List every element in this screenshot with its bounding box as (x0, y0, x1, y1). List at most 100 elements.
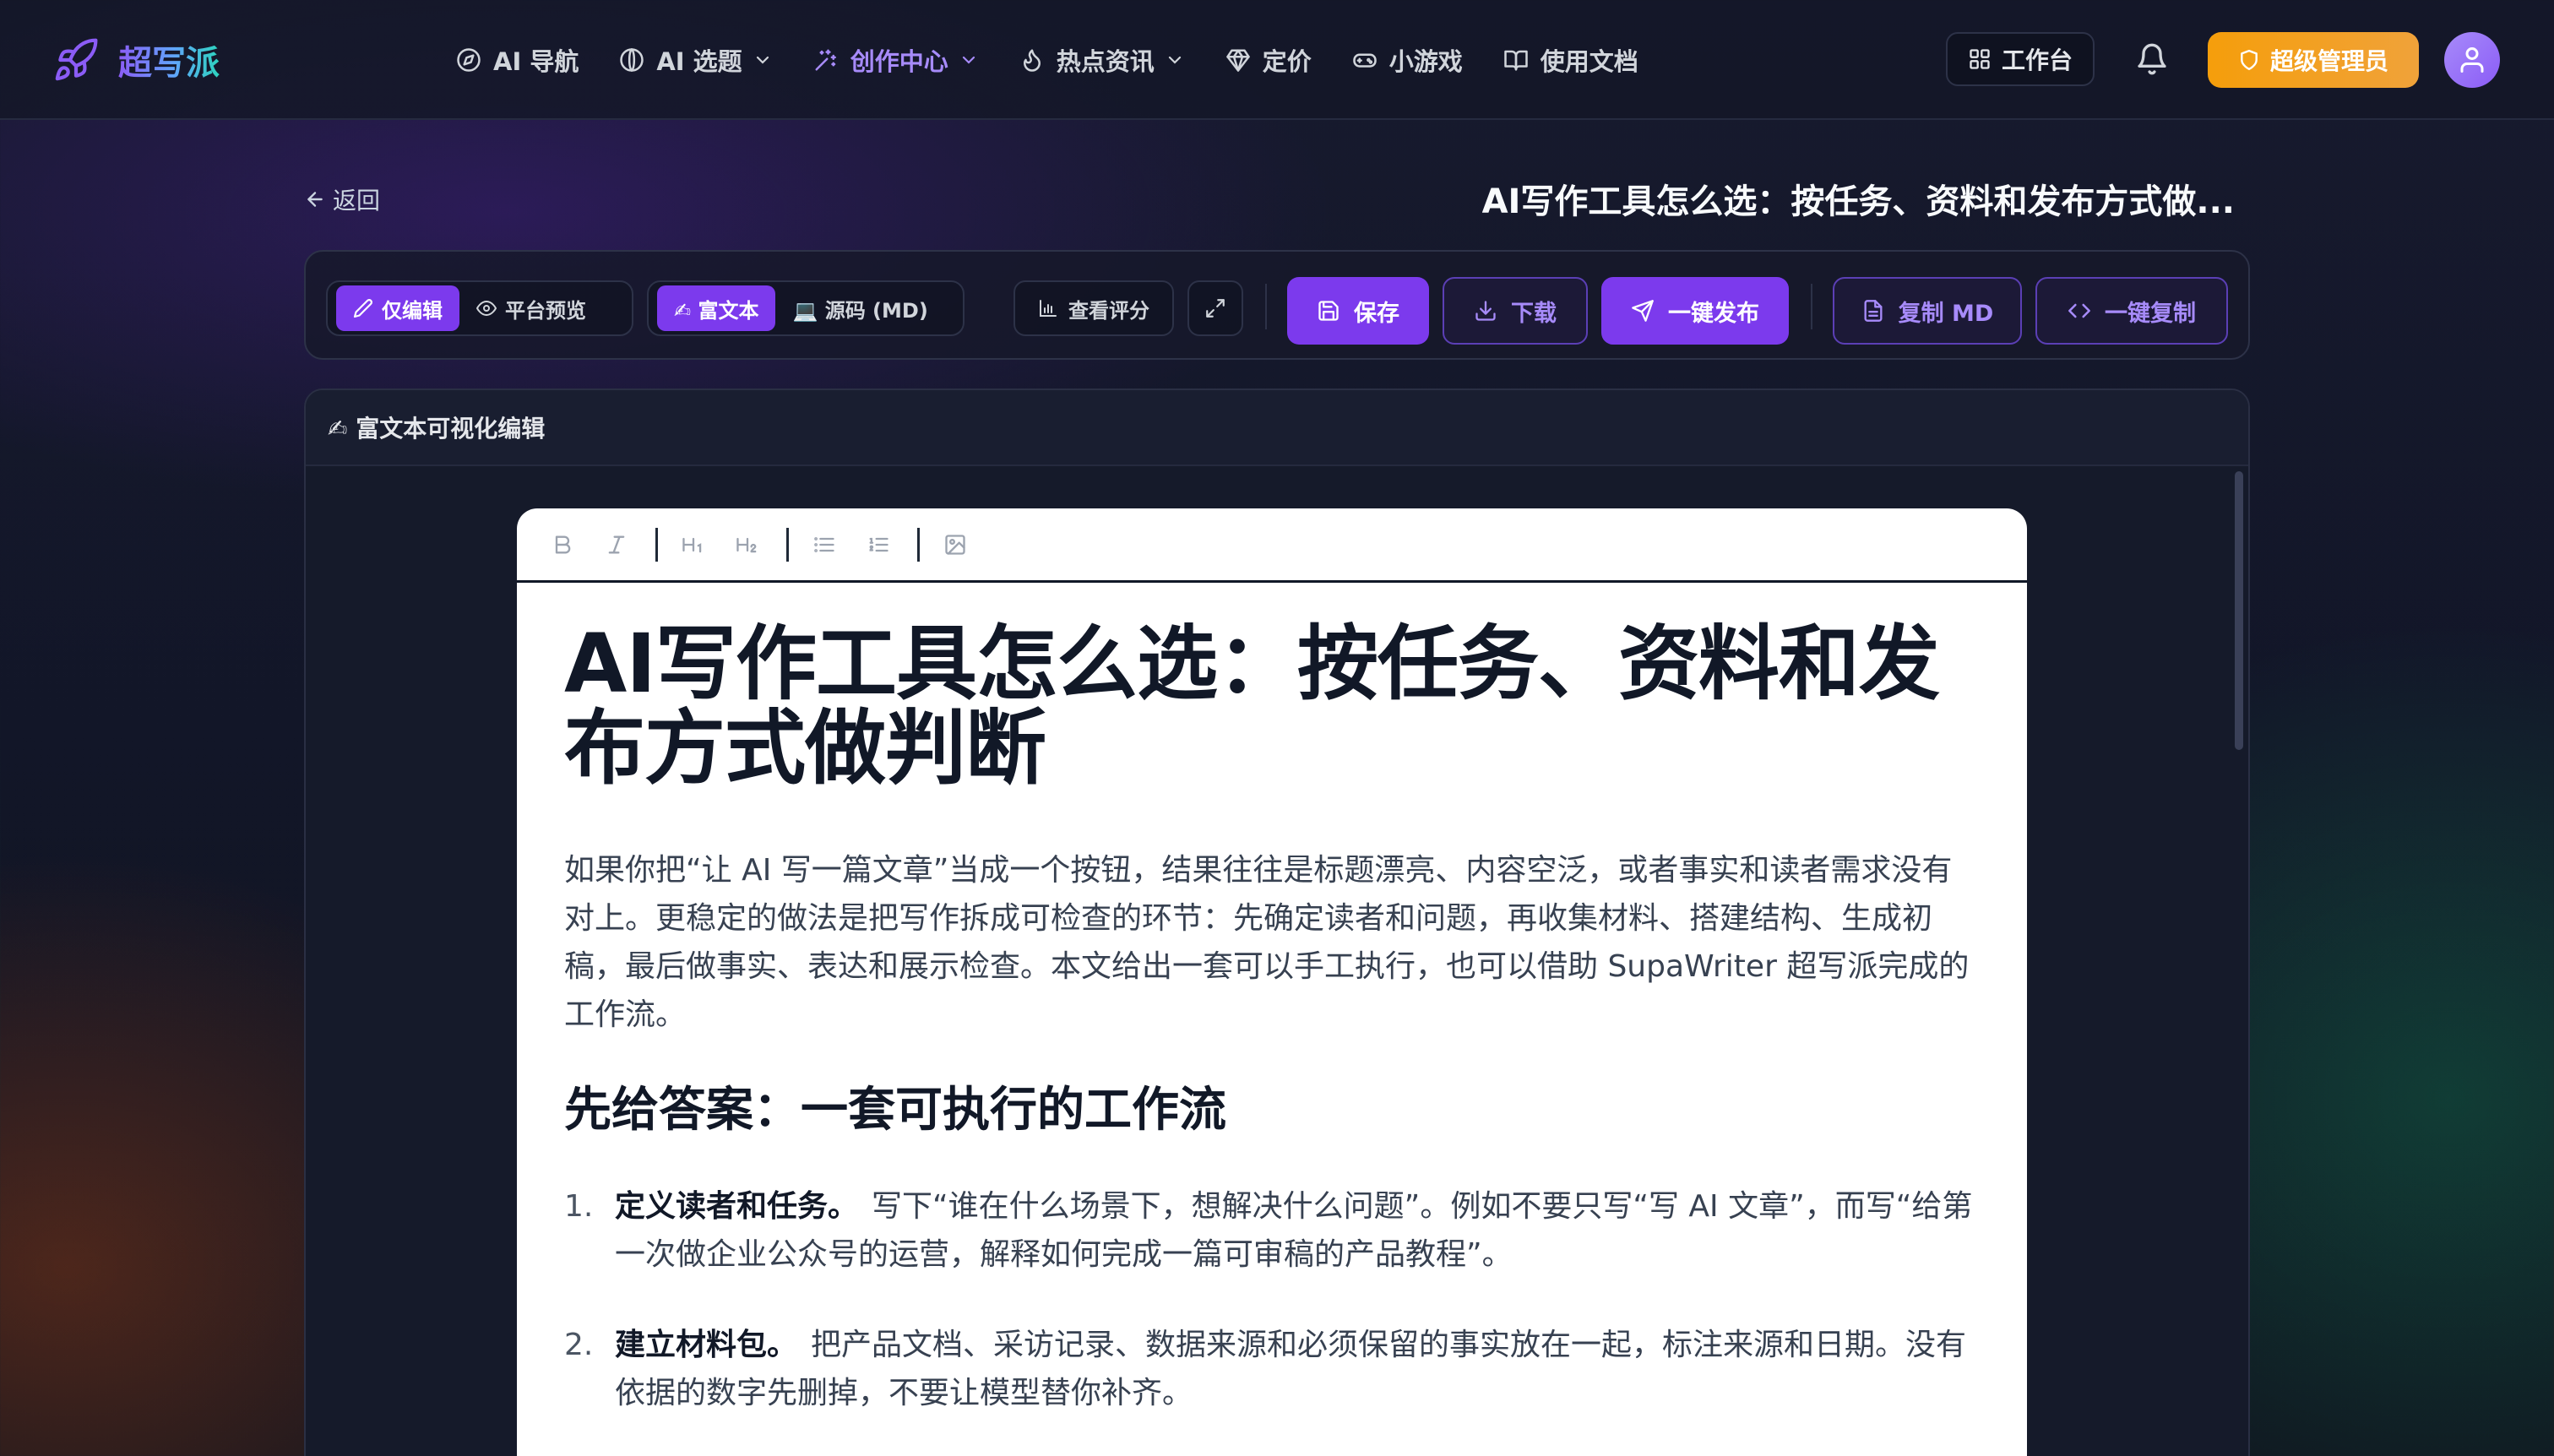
editor-panel: ✍ 富文本可视化编辑 AI写作工具怎么选：按任务、资料和发布方式做判断 如果你把… (304, 388, 2250, 1456)
document-heading-2: 先给答案：一套可执行的工作流 (564, 1083, 1226, 1138)
nav-label: 使用文档 (1540, 47, 1638, 76)
nav-item-ai-topics[interactable]: AI 选题 (619, 37, 772, 83)
nav-item-creation-center[interactable]: 创作中心 (813, 37, 979, 83)
save-label: 保存 (1354, 300, 1399, 327)
italic-icon[interactable] (595, 523, 638, 567)
publish-button[interactable]: 一键发布 (1601, 277, 1789, 345)
edit-only-button[interactable]: 仅编辑 (336, 285, 459, 331)
rich-text-button[interactable]: ✍ 富文本 (657, 285, 776, 331)
nav-label: 小游戏 (1388, 47, 1463, 76)
list-item-text: 建立材料包。 把产品文档、采访记录、数据来源和必须保留的事实放在一起，标注来源和日… (615, 1321, 1980, 1417)
platform-preview-button[interactable]: 平台预览 (459, 285, 603, 331)
shield-icon (2238, 49, 2260, 71)
copy-md-button[interactable]: 复制 MD (1833, 277, 2022, 345)
ordered-list-icon[interactable] (856, 523, 900, 567)
gem-icon (1225, 47, 1251, 73)
bell-icon[interactable] (2135, 42, 2169, 76)
nav-item-mini-games[interactable]: 小游戏 (1352, 37, 1463, 83)
compass-icon (456, 47, 481, 73)
lightbulb-icon (619, 47, 644, 73)
copy-md-label: 复制 MD (1898, 300, 1994, 327)
arrow-left-icon (304, 188, 326, 210)
nav-label: AI 选题 (656, 47, 742, 76)
chevron-down-icon (1165, 50, 1185, 70)
publish-label: 一键发布 (1668, 300, 1759, 327)
download-icon (1474, 299, 1497, 323)
chevron-down-icon (959, 50, 979, 70)
workbench-label: 工作台 (2001, 46, 2073, 74)
download-button[interactable]: 下载 (1443, 277, 1588, 345)
expand-icon (1204, 297, 1226, 319)
format-toggle: ✍ 富文本 💻 源码 (MD) (647, 280, 965, 336)
list-item-bold: 建立材料包。 (615, 1328, 798, 1362)
code-icon (2068, 299, 2091, 323)
top-navigation-bar: 超写派 AI 导航 AI 选题 创作中心 热点资讯 定价 小游戏 使用文档 工作… (0, 0, 2554, 120)
view-score-button[interactable]: 查看评分 (1013, 280, 1174, 336)
nav-item-pricing[interactable]: 定价 (1225, 37, 1312, 83)
view-mode-toggle: 仅编辑 平台预览 (326, 280, 633, 336)
document-heading-1: AI写作工具怎么选：按任务、资料和发布方式做判断 (564, 617, 1940, 796)
sparkles-icon (813, 47, 839, 73)
list-number: 2. (564, 1328, 594, 1362)
divider (655, 527, 658, 562)
super-admin-button[interactable]: 超级管理员 (2208, 32, 2419, 88)
send-icon (1631, 299, 1655, 323)
image-icon[interactable] (933, 523, 977, 567)
grid-icon (1968, 47, 1992, 71)
eye-icon (476, 298, 497, 318)
save-button[interactable]: 保存 (1287, 277, 1429, 345)
divider (917, 527, 920, 562)
bullet-list-icon[interactable] (802, 523, 846, 567)
edit-only-label: 仅编辑 (382, 298, 443, 323)
divider (786, 527, 789, 562)
heading-1-icon[interactable] (671, 523, 715, 567)
formatting-toolbar (517, 508, 2027, 583)
list-item: 1. 定义读者和任务。 写下“谁在什么场景下，想解决什么问题”。例如不要只写“写 … (564, 1182, 1980, 1279)
workbench-button[interactable]: 工作台 (1946, 32, 2095, 86)
nav-label: AI 导航 (493, 47, 579, 76)
flame-icon (1019, 47, 1045, 73)
editor-action-toolbar: 仅编辑 平台预览 ✍ 富文本 💻 源码 (MD) 查看评分 保存 下载 一键发布… (304, 250, 2250, 360)
divider (1265, 284, 1267, 329)
super-admin-label: 超级管理员 (2269, 47, 2388, 75)
view-score-label: 查看评分 (1068, 298, 1149, 323)
ordered-list: 1. 定义读者和任务。 写下“谁在什么场景下，想解决什么问题”。例如不要只写“写 … (564, 1182, 1980, 1417)
list-item-body: 把产品文档、采访记录、数据来源和必须保留的事实放在一起，标注来源和日期。没有依据… (615, 1328, 1967, 1410)
nav-label: 创作中心 (850, 47, 948, 76)
copy-all-label: 一键复制 (2105, 300, 2196, 327)
back-label: 返回 (333, 187, 381, 215)
user-icon (2457, 45, 2487, 75)
rocket-icon (52, 36, 100, 84)
nav-label: 热点资讯 (1056, 47, 1155, 76)
book-icon (1503, 47, 1529, 73)
download-label: 下载 (1511, 300, 1557, 327)
list-item: 2. 建立材料包。 把产品文档、采访记录、数据来源和必须保留的事实放在一起，标注来… (564, 1321, 1980, 1417)
list-item-bold: 定义读者和任务。 (615, 1189, 859, 1224)
pencil-icon (353, 298, 373, 318)
nav-item-trending-news[interactable]: 热点资讯 (1019, 37, 1185, 83)
source-md-button[interactable]: 💻 源码 (MD) (775, 285, 944, 331)
divider (1811, 284, 1812, 329)
copy-all-button[interactable]: 一键复制 (2035, 277, 2228, 345)
document-paragraph: 如果你把“让 AI 写一篇文章”当成一个按钮，结果往往是标题漂亮、内容空泛，或者… (564, 853, 1970, 1032)
scrollbar[interactable] (2235, 471, 2243, 750)
brand-name: 超写派 (118, 35, 220, 84)
fullscreen-button[interactable] (1187, 280, 1243, 336)
avatar[interactable] (2444, 32, 2500, 88)
main-nav: AI 导航 AI 选题 创作中心 热点资讯 定价 小游戏 使用文档 (456, 37, 1679, 83)
list-number: 1. (564, 1189, 594, 1224)
heading-2-icon[interactable] (725, 523, 769, 567)
document-content[interactable]: AI写作工具怎么选：按任务、资料和发布方式做判断 如果你把“让 AI 写一篇文章… (517, 583, 2027, 1417)
brand-logo[interactable]: 超写派 (52, 32, 220, 88)
panel-heading: ✍ 富文本可视化编辑 (306, 390, 2248, 466)
rich-text-editor[interactable]: AI写作工具怎么选：按任务、资料和发布方式做判断 如果你把“让 AI 写一篇文章… (517, 508, 2027, 1456)
platform-preview-label: 平台预览 (505, 298, 586, 323)
bold-icon[interactable] (541, 523, 584, 567)
file-text-icon (1861, 299, 1885, 323)
nav-item-docs[interactable]: 使用文档 (1503, 37, 1638, 83)
nav-label: 定价 (1262, 47, 1312, 76)
gamepad-icon (1352, 47, 1378, 73)
nav-item-ai-navigation[interactable]: AI 导航 (456, 37, 579, 83)
back-link[interactable]: 返回 (304, 182, 380, 216)
page-title: AI写作工具怎么选：按任务、资料和发布方式做... (1481, 182, 2235, 221)
